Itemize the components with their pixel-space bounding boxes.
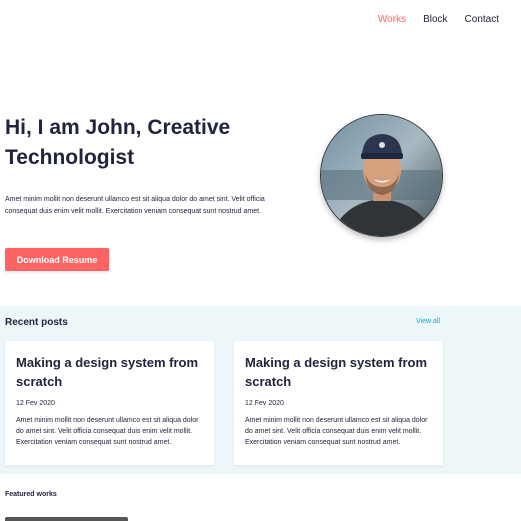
- profile-photo: [321, 115, 442, 236]
- post-date: 12 Fev 2020: [245, 400, 284, 407]
- post-card[interactable]: Making a design system from scratch 12 F…: [234, 341, 443, 465]
- post-card[interactable]: Making a design system from scratch 12 F…: [5, 341, 214, 465]
- recent-posts-title: Recent posts: [5, 317, 68, 328]
- top-nav: Works Block Contact: [378, 14, 499, 25]
- recent-posts-section: Recent posts View all Making a design sy…: [0, 306, 521, 474]
- download-resume-button[interactable]: Download Resume: [5, 248, 109, 271]
- nav-item-works[interactable]: Works: [378, 14, 406, 25]
- post-title[interactable]: Making a design system from scratch: [16, 353, 203, 391]
- post-excerpt: Amet minim mollit non deserunt ullamco e…: [245, 417, 428, 446]
- nav-item-block[interactable]: Block: [423, 14, 447, 25]
- hero-title: Hi, I am John, Creative Technologist: [5, 116, 231, 169]
- hero-description: Amet minim mollit non deserunt ullamco e…: [5, 196, 265, 215]
- profile-avatar: [320, 114, 443, 237]
- post-title[interactable]: Making a design system from scratch: [245, 353, 432, 391]
- featured-work-thumbnail[interactable]: [5, 517, 128, 521]
- nav-item-contact[interactable]: Contact: [465, 14, 499, 25]
- featured-works-title: Featured works: [5, 491, 57, 498]
- post-date: 12 Fev 2020: [16, 400, 55, 407]
- post-excerpt: Amet minim mollit non deserunt ullamco e…: [16, 417, 199, 446]
- view-all-link[interactable]: View all: [416, 318, 440, 325]
